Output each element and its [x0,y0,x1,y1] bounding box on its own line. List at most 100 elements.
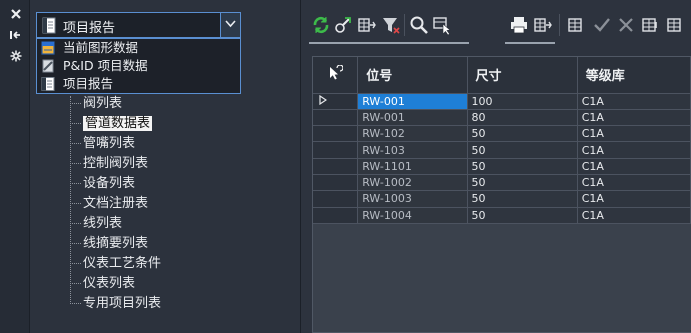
row-selector[interactable] [313,207,359,224]
cell-spec[interactable]: C1A [577,207,691,224]
row-selector[interactable] [313,174,359,192]
dropdown-option-project-report[interactable]: 项目报告 [37,75,240,93]
tree-item-label: 管道数据表 [83,116,153,131]
cell-size[interactable]: 50 [467,141,578,159]
tree-item-line-summary-list[interactable]: 线摘要列表 [72,234,148,254]
tree-item-label: 阀列表 [83,96,123,111]
combo-dropdown-button[interactable] [220,13,240,37]
tree-item-label: 专用项目列表 [83,296,162,311]
current-row-icon [319,94,328,105]
dock-icon[interactable] [8,29,24,43]
cell-size[interactable]: 50 [467,125,578,143]
grid-header-row: 位号 尺寸 等级库 [313,57,691,94]
cell-tag[interactable]: RW-102 [357,125,468,143]
sync-grid-icon[interactable] [641,14,661,36]
zoom-icon[interactable] [409,14,429,36]
tree-connector-line [70,96,71,304]
tree-item-control-valve-list[interactable]: 控制阀列表 [72,154,148,174]
tree-item-label: 仪表列表 [83,276,136,291]
app-window: { "side_strip": { "buttons": [ {"icon": … [0,0,691,333]
cell-spec[interactable]: C1A [577,93,691,110]
row-selector[interactable] [313,125,359,143]
row-selector[interactable] [313,190,359,208]
report-icon [41,77,55,91]
tree-item-label: 仪表工艺条件 [83,256,162,271]
table-row[interactable]: RW-1002 50 C1A [313,174,691,192]
accept-grid-icon[interactable] [567,14,587,36]
cell-size[interactable]: 50 [467,190,578,208]
close-icon[interactable] [8,8,24,22]
cell-tag[interactable]: RW-1002 [357,174,468,192]
dropdown-option-drawing-data[interactable]: 当前图形数据 [37,39,240,57]
cell-size[interactable]: 50 [467,174,578,192]
print-icon[interactable] [509,14,529,36]
refresh-icon[interactable] [311,14,331,36]
select-cursor-icon [330,64,344,80]
table-row[interactable]: RW-001 100 C1A [313,93,691,110]
table-row[interactable]: RW-1004 50 C1A [313,207,691,224]
tree-item-special-item-list[interactable]: 专用项目列表 [72,294,161,314]
cell-size[interactable]: 50 [467,158,578,175]
tree-item-label: 线列表 [83,216,123,231]
report-type-combo[interactable]: 项目报告 [36,12,241,38]
cell-spec[interactable]: C1A [577,125,691,143]
gear-icon[interactable] [8,50,24,64]
cell-spec[interactable]: C1A [577,141,691,159]
tree-item-instrument-list[interactable]: 仪表列表 [72,274,135,294]
cell-tag[interactable]: RW-103 [357,141,468,159]
cell-tag[interactable]: RW-1003 [357,190,468,208]
tree-item-instrument-process-conditions[interactable]: 仪表工艺条件 [72,254,161,274]
row-selector[interactable] [313,141,359,159]
cell-spec[interactable]: C1A [577,174,691,192]
cell-spec[interactable]: C1A [577,190,691,208]
data-grid-container: 位号 尺寸 等级库 RW-001 100 C1A RW-001 80 C1A R… [312,56,691,333]
tree-item-valve-list[interactable]: 阀列表 [72,94,122,114]
cell-size[interactable]: 50 [467,207,578,224]
tree-item-line-list[interactable]: 线列表 [72,214,122,234]
column-header-spec[interactable]: 等级库 [577,57,691,94]
export-grid-icon[interactable] [357,14,377,36]
row-selector[interactable] [313,93,359,110]
reject-x-icon[interactable] [616,14,636,36]
dropdown-option-pid-project-data[interactable]: P&ID 项目数据 [37,57,240,75]
tree-item-equipment-list[interactable]: 设备列表 [72,174,135,194]
table-row[interactable]: RW-001 80 C1A [313,109,691,127]
table-row[interactable]: RW-102 50 C1A [313,125,691,143]
pid-project-data-icon [42,59,54,73]
column-header-size[interactable]: 尺寸 [467,57,578,94]
tree-item-document-register[interactable]: 文档注册表 [72,194,148,214]
cell-tag[interactable]: RW-1101 [357,158,468,175]
table-row[interactable]: RW-1101 50 C1A [313,158,691,175]
select-icon[interactable] [432,14,452,36]
import-grid-icon[interactable] [533,14,553,36]
tree-item-pipe-data-sheet[interactable]: 管道数据表 [72,114,153,134]
locate-icon[interactable] [333,14,353,36]
select-all-header[interactable] [313,57,359,94]
report-navigator-panel: 项目报告 当前图形数据 P&ID 项目数据 项目报告 阀列表 管道数据表 管嘴列… [30,0,300,333]
cell-spec[interactable]: C1A [577,109,691,127]
dropdown-option-label: P&ID 项目数据 [63,58,148,73]
table-row[interactable]: RW-103 50 C1A [313,141,691,159]
accept-check-icon[interactable] [592,14,612,36]
more-grid-icon[interactable] [666,14,686,36]
chevron-down-icon [225,20,236,28]
cell-tag[interactable]: RW-001 [357,109,468,127]
palette-side-strip [0,0,30,333]
tree-item-label: 控制阀列表 [83,156,149,171]
cell-size[interactable]: 80 [467,109,578,127]
cell-tag[interactable]: RW-1004 [357,207,468,224]
column-header-tag[interactable]: 位号 [357,57,468,94]
tree-item-nozzle-list[interactable]: 管嘴列表 [72,134,135,154]
row-selector[interactable] [313,158,359,175]
table-row[interactable]: RW-1003 50 C1A [313,190,691,208]
combo-selected-value: 项目报告 [63,21,116,36]
filter-icon[interactable] [381,14,401,36]
dropdown-option-label: 项目报告 [63,76,114,91]
cell-size[interactable]: 100 [467,93,578,110]
cell-tag[interactable]: RW-001 [357,93,468,110]
data-manager-area: 位号 尺寸 等级库 RW-001 100 C1A RW-001 80 C1A R… [300,0,691,333]
tree-item-label: 管嘴列表 [83,136,136,151]
row-selector[interactable] [313,109,359,127]
cell-spec[interactable]: C1A [577,158,691,175]
data-manager-toolbar [301,10,691,44]
